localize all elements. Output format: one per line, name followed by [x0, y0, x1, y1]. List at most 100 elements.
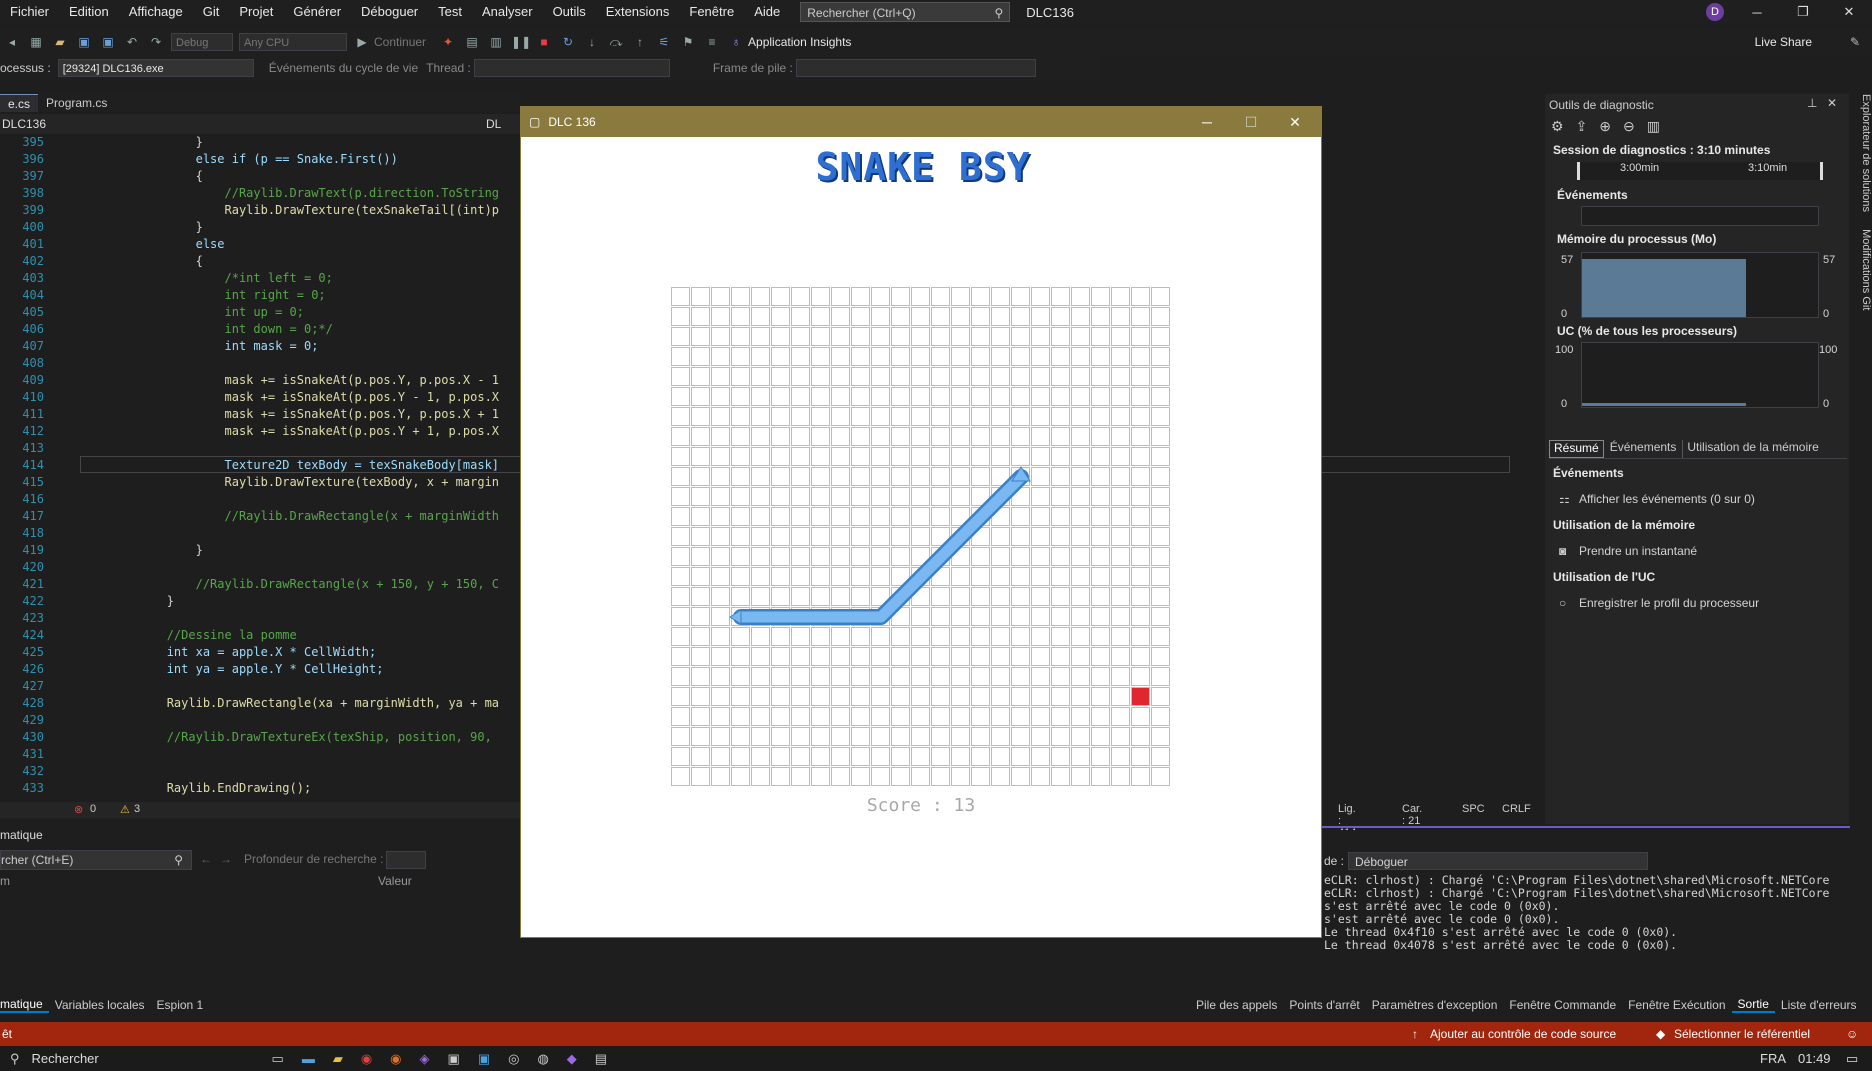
tab-program-cs[interactable]: Program.cs: [38, 94, 115, 112]
game-app-icon[interactable]: ▤: [595, 1051, 607, 1067]
settings-icon[interactable]: ⚙: [1551, 118, 1564, 135]
tab-immediate-window[interactable]: Fenêtre Exécution: [1622, 998, 1731, 1012]
pin-icon[interactable]: ⊥: [1807, 96, 1817, 110]
undo-icon[interactable]: ↶: [123, 34, 141, 50]
explorer-icon[interactable]: ▰: [333, 1051, 343, 1067]
close-icon[interactable]: ✕: [1826, 4, 1872, 20]
search-icon[interactable]: ⚲: [0, 1051, 20, 1067]
comment-icon[interactable]: ≡: [703, 34, 721, 50]
new-project-icon[interactable]: ▦: [27, 34, 45, 50]
cpu-graph-header[interactable]: UC (% de tous les processeurs): [1557, 324, 1737, 338]
tab-breakpoints[interactable]: Points d'arrêt: [1283, 998, 1365, 1012]
menu-analyser[interactable]: Analyser: [472, 0, 543, 24]
tab-command-window[interactable]: Fenêtre Commande: [1503, 998, 1622, 1012]
menu-affichage[interactable]: Affichage: [119, 0, 193, 24]
tab-error-list[interactable]: Liste d'erreurs: [1775, 998, 1863, 1012]
open-icon[interactable]: ▰: [51, 34, 69, 50]
app-icon-3[interactable]: ◎: [508, 1051, 519, 1067]
taskbar-search[interactable]: Rechercher: [20, 1051, 252, 1066]
menu-aide[interactable]: Aide: [744, 0, 790, 24]
pause-icon[interactable]: ❚❚: [511, 34, 531, 50]
nav-project[interactable]: DLC136: [2, 117, 46, 131]
menu-fenetre[interactable]: Fenêtre: [679, 0, 744, 24]
live-share-button[interactable]: Live Share: [1755, 35, 1812, 49]
search-input[interactable]: Rechercher (Ctrl+Q) ⚲: [800, 2, 1011, 22]
menu-outils[interactable]: Outils: [543, 0, 596, 24]
folder-icon[interactable]: ▤: [463, 34, 481, 50]
tab-events[interactable]: Événements: [1604, 440, 1683, 458]
memory-graph-header[interactable]: Mémoire du processus (Mo): [1557, 232, 1716, 246]
lifecycle-label[interactable]: Événements du cycle de vie: [257, 61, 418, 75]
editor-nav-bar[interactable]: DLC136 DL: [0, 114, 522, 134]
warning-count[interactable]: 3: [134, 803, 140, 815]
menu-fichier[interactable]: Fichier: [0, 0, 59, 24]
error-icon[interactable]: ⊗: [74, 803, 83, 816]
timeline-ruler[interactable]: 3:00min 3:10min: [1577, 162, 1823, 180]
step-over-icon[interactable]: ⤼: [607, 34, 625, 50]
avatar[interactable]: D: [1706, 3, 1724, 21]
app-icon-4[interactable]: ◍: [537, 1051, 548, 1067]
continue-button[interactable]: Continuer: [374, 35, 426, 49]
app-insights-button[interactable]: Application Insights: [748, 35, 851, 49]
step-out-icon[interactable]: ↑: [631, 34, 649, 50]
minimize-icon[interactable]: ─: [1185, 107, 1229, 137]
record-cpu-link[interactable]: Enregistrer le profil du processeur: [1579, 596, 1759, 610]
notifications-icon[interactable]: ▭: [1846, 1051, 1858, 1067]
output-text[interactable]: eCLR: clrhost) : Chargé 'C:\Program File…: [1324, 874, 1844, 970]
menu-generer[interactable]: Générer: [283, 0, 351, 24]
language-indicator[interactable]: FRA: [1760, 1051, 1786, 1066]
side-tab-solution-explorer[interactable]: Explorateur de solutions: [1860, 94, 1872, 226]
warning-icon[interactable]: ⚠: [120, 803, 130, 816]
game-board[interactable]: [671, 287, 1171, 787]
tab-locals[interactable]: Variables locales: [49, 998, 151, 1012]
add-source-control-button[interactable]: Ajouter au contrôle de code source: [1430, 1027, 1616, 1041]
feedback-icon[interactable]: ✎: [1850, 35, 1860, 49]
export-icon[interactable]: ⇪: [1576, 118, 1588, 135]
menu-deboguer[interactable]: Déboguer: [351, 0, 428, 24]
nav-back-icon[interactable]: ◂: [3, 34, 21, 50]
menu-projet[interactable]: Projet: [229, 0, 283, 24]
game-title-bar[interactable]: ▢ DLC 136 ─ ☐ ✕: [521, 107, 1321, 137]
crlf-info[interactable]: CRLF: [1502, 803, 1531, 815]
depth-select[interactable]: [386, 851, 426, 869]
tab-exception-settings[interactable]: Paramètres d'exception: [1366, 998, 1504, 1012]
layout-icon[interactable]: ▥: [487, 34, 505, 50]
tab-game-cs[interactable]: e.cs: [0, 94, 39, 112]
select-repo-button[interactable]: Sélectionner le référentiel: [1674, 1027, 1810, 1041]
restart-icon[interactable]: ↻: [559, 34, 577, 50]
save-icon[interactable]: ▣: [75, 34, 93, 50]
col-value-header[interactable]: Valeur: [378, 874, 412, 888]
error-count[interactable]: 0: [90, 803, 96, 815]
autos-search-input[interactable]: rcher (Ctrl+E) ⚲: [0, 850, 192, 870]
desktop-icon[interactable]: ▬: [302, 1051, 315, 1066]
redo-icon[interactable]: ↷: [147, 34, 165, 50]
bulb-icon[interactable]: ♁: [727, 34, 745, 50]
reset-icon[interactable]: ▥: [1647, 118, 1660, 135]
tab-watch1[interactable]: Espion 1: [151, 998, 210, 1012]
menu-edition[interactable]: Edition: [59, 0, 119, 24]
restore-icon[interactable]: ❐: [1780, 4, 1826, 20]
col-name-header[interactable]: m: [0, 874, 10, 888]
cpu-graph[interactable]: [1581, 342, 1819, 408]
stop-icon[interactable]: ■: [535, 34, 553, 50]
show-events-link[interactable]: Afficher les événements (0 sur 0): [1579, 492, 1755, 506]
spc-info[interactable]: SPC: [1462, 803, 1485, 815]
config-select[interactable]: Debug: [171, 33, 233, 51]
bookmark-icon[interactable]: ⚑: [679, 34, 697, 50]
tab-memory[interactable]: Utilisation de la mémoire: [1682, 440, 1822, 458]
process-select[interactable]: [29324] DLC136.exe: [57, 59, 254, 77]
step-into-icon[interactable]: ↓: [583, 34, 601, 50]
save-all-icon[interactable]: ▣: [99, 34, 117, 50]
firefox-icon[interactable]: ◉: [390, 1051, 401, 1067]
close-icon[interactable]: ✕: [1273, 107, 1317, 137]
zoom-in-icon[interactable]: ⊕: [1599, 118, 1611, 135]
side-tab-git-changes[interactable]: Modifications Git: [1860, 229, 1872, 310]
game-window[interactable]: ▢ DLC 136 ─ ☐ ✕ SNAKE BSY Score : 13: [520, 106, 1322, 938]
tab-output[interactable]: Sortie: [1731, 997, 1775, 1013]
task-view-icon[interactable]: ▭: [272, 1051, 284, 1067]
close-icon[interactable]: ✕: [1827, 96, 1837, 110]
zoom-out-icon[interactable]: ⊖: [1623, 118, 1635, 135]
take-snapshot-link[interactable]: Prendre un instantané: [1579, 544, 1697, 558]
col-info[interactable]: Car. : 21: [1402, 803, 1422, 827]
thread-select[interactable]: [473, 59, 670, 77]
